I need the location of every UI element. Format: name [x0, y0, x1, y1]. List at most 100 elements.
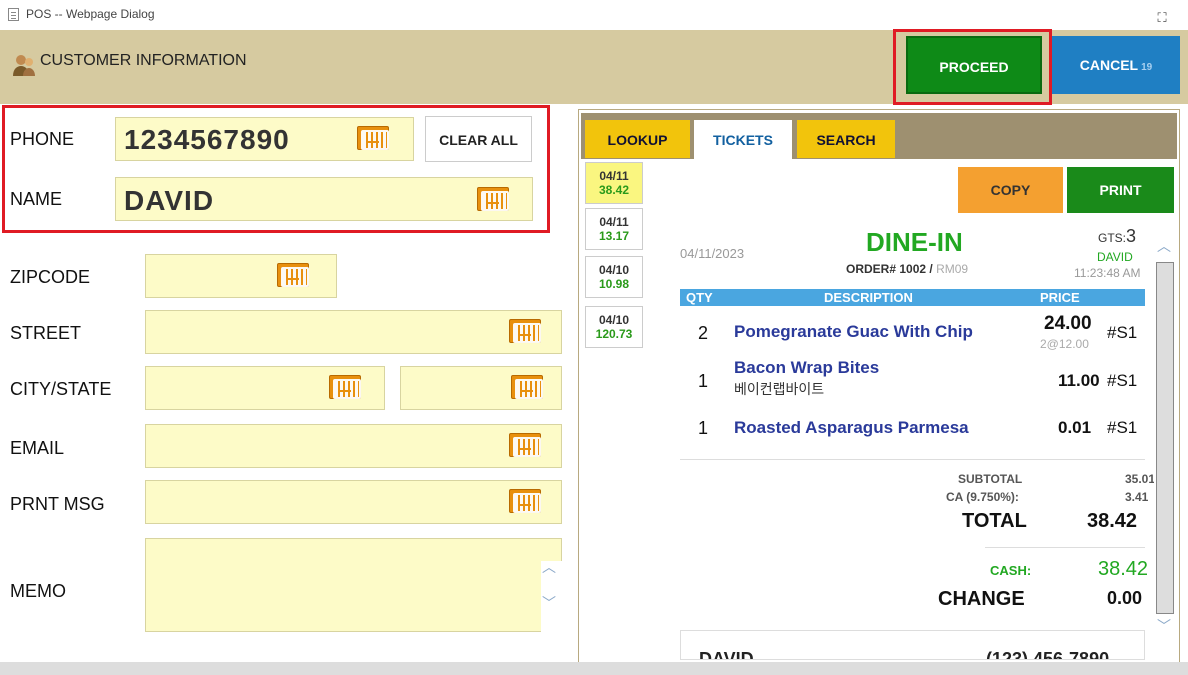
server-name: DAVID: [1097, 250, 1133, 264]
total-value: 38.42: [1087, 510, 1138, 532]
keyboard-icon[interactable]: [329, 375, 361, 399]
keyboard-icon[interactable]: [509, 489, 541, 513]
item-seat-tag: #S1: [1107, 371, 1138, 390]
receipt-time: 11:23:48 AM: [1074, 266, 1141, 280]
customer-icon: [12, 52, 36, 78]
tax-label: CA (9.750%):: [946, 490, 1019, 504]
cancel-label: CANCEL: [1079, 57, 1139, 73]
cash-label: CASH:: [990, 563, 1032, 578]
subtotal-label: SUBTOTAL: [958, 472, 1023, 486]
cash-value: 38.42: [1098, 558, 1149, 580]
history-amount: 120.73: [595, 327, 633, 341]
prnt-msg-field[interactable]: [145, 480, 562, 524]
item-price: 11.00: [1058, 371, 1100, 390]
change-label: CHANGE: [938, 588, 1025, 610]
keyboard-icon[interactable]: [277, 263, 309, 287]
receipt-column-header: QTY DESCRIPTION PRICE: [680, 289, 1145, 306]
email-field[interactable]: [145, 424, 562, 468]
email-label: EMAIL: [10, 438, 65, 458]
divider: [680, 459, 1145, 460]
guests: GTS:3: [1098, 226, 1136, 247]
item-subtitle: 베이컨랩바이트: [734, 381, 825, 397]
customer-footer-card: DAVID (123) 456-7890: [680, 630, 1145, 660]
tab-tickets[interactable]: TICKETS: [694, 120, 792, 162]
name-label: NAME: [10, 189, 63, 209]
copy-button[interactable]: COPY: [958, 167, 1063, 213]
col-qty: QTY: [686, 290, 713, 305]
guests-label: GTS:: [1098, 231, 1127, 245]
phone-value: 1234567890: [124, 124, 290, 155]
receipt-date: 04/11/2023: [680, 246, 745, 261]
item-price: 0.01: [1058, 418, 1092, 437]
ticket-history-item[interactable]: 04/11 38.42: [585, 162, 643, 204]
item-description: Bacon Wrap Bites: [734, 358, 880, 377]
keyboard-icon[interactable]: [509, 433, 541, 457]
ticket-history-item[interactable]: 04/10 120.73: [585, 306, 643, 348]
keyboard-icon[interactable]: [509, 319, 541, 343]
item-qty: 2: [698, 323, 709, 343]
ticket-history-item[interactable]: 04/11 13.17: [585, 208, 643, 250]
page-title: CUSTOMER INFORMATION: [40, 52, 247, 69]
item-seat-tag: #S1: [1107, 323, 1138, 342]
chevron-up-icon[interactable]: ︿: [1157, 236, 1171, 256]
prnt-msg-label: PRNT MSG: [10, 494, 105, 514]
scrollbar-thumb[interactable]: [1156, 262, 1174, 614]
history-amount: 38.42: [598, 183, 630, 197]
history-amount: 13.17: [598, 229, 630, 243]
tab-lookup[interactable]: LOOKUP: [585, 120, 690, 158]
order-type: DINE-IN: [866, 227, 963, 257]
citystate-label: CITY/STATE: [10, 379, 112, 399]
phone-field[interactable]: 1234567890: [115, 117, 414, 161]
history-date: 04/11: [599, 169, 629, 183]
highlight-box: [893, 29, 1052, 105]
memo-label: MEMO: [10, 581, 66, 601]
keyboard-icon[interactable]: [511, 375, 543, 399]
zipcode-field[interactable]: [145, 254, 337, 298]
keyboard-icon[interactable]: [477, 187, 509, 211]
cancel-count: 19: [1141, 62, 1153, 73]
zipcode-label: ZIPCODE: [10, 267, 91, 287]
change-value: 0.00: [1107, 588, 1143, 608]
chevron-up-icon[interactable]: ︿: [542, 557, 556, 577]
chevron-down-icon[interactable]: ﹀: [542, 593, 556, 613]
room: RM09: [936, 262, 969, 276]
state-field[interactable]: [400, 366, 562, 410]
street-field[interactable]: [145, 310, 562, 354]
divider: [985, 547, 1145, 548]
footer-phone: (123) 456-7890: [986, 649, 1110, 660]
clear-all-button[interactable]: CLEAR ALL: [425, 116, 532, 162]
total-label: TOTAL: [962, 510, 1027, 532]
tax-value: 3.41: [1125, 490, 1149, 504]
item-qty: 1: [698, 371, 709, 391]
history-date: 04/10: [598, 313, 630, 327]
order-number: ORDER# 1002 / RM09: [846, 262, 968, 276]
history-date: 04/11: [599, 215, 629, 229]
cancel-button[interactable]: CANCEL 19: [1052, 36, 1180, 94]
screenshot-icon[interactable]: ⛶: [1154, 10, 1170, 26]
order-prefix: ORDER# 1002 /: [846, 262, 933, 276]
tab-search[interactable]: SEARCH: [797, 120, 895, 158]
name-field[interactable]: DAVID: [115, 177, 533, 221]
window-titlebar: POS -- Webpage Dialog ⛶: [0, 0, 1188, 30]
chevron-down-icon[interactable]: ﹀: [1157, 616, 1171, 636]
memo-field[interactable]: ︿ ﹀: [145, 538, 563, 633]
col-price: PRICE: [1040, 290, 1080, 305]
guests-count: 3: [1126, 226, 1137, 246]
item-description: Roasted Asparagus Parmesa: [734, 418, 969, 437]
item-seat-tag: #S1: [1107, 418, 1138, 437]
phone-label: PHONE: [10, 129, 75, 149]
window-title: POS -- Webpage Dialog: [26, 7, 155, 21]
item-qty: 1: [698, 418, 709, 438]
city-field[interactable]: [145, 366, 385, 410]
footer-name: DAVID: [699, 649, 754, 660]
keyboard-icon[interactable]: [357, 126, 389, 150]
subtotal-value: 35.01: [1125, 472, 1156, 486]
history-amount: 10.98: [598, 277, 630, 291]
bottom-bar: [0, 662, 1188, 675]
ticket-history-item[interactable]: 04/10 10.98: [585, 256, 643, 298]
history-date: 04/10: [598, 263, 630, 277]
item-price: 24.00: [1044, 313, 1092, 334]
print-button[interactable]: PRINT: [1067, 167, 1174, 213]
street-label: STREET: [10, 323, 82, 343]
item-unit-price: 2@12.00: [1040, 337, 1089, 351]
